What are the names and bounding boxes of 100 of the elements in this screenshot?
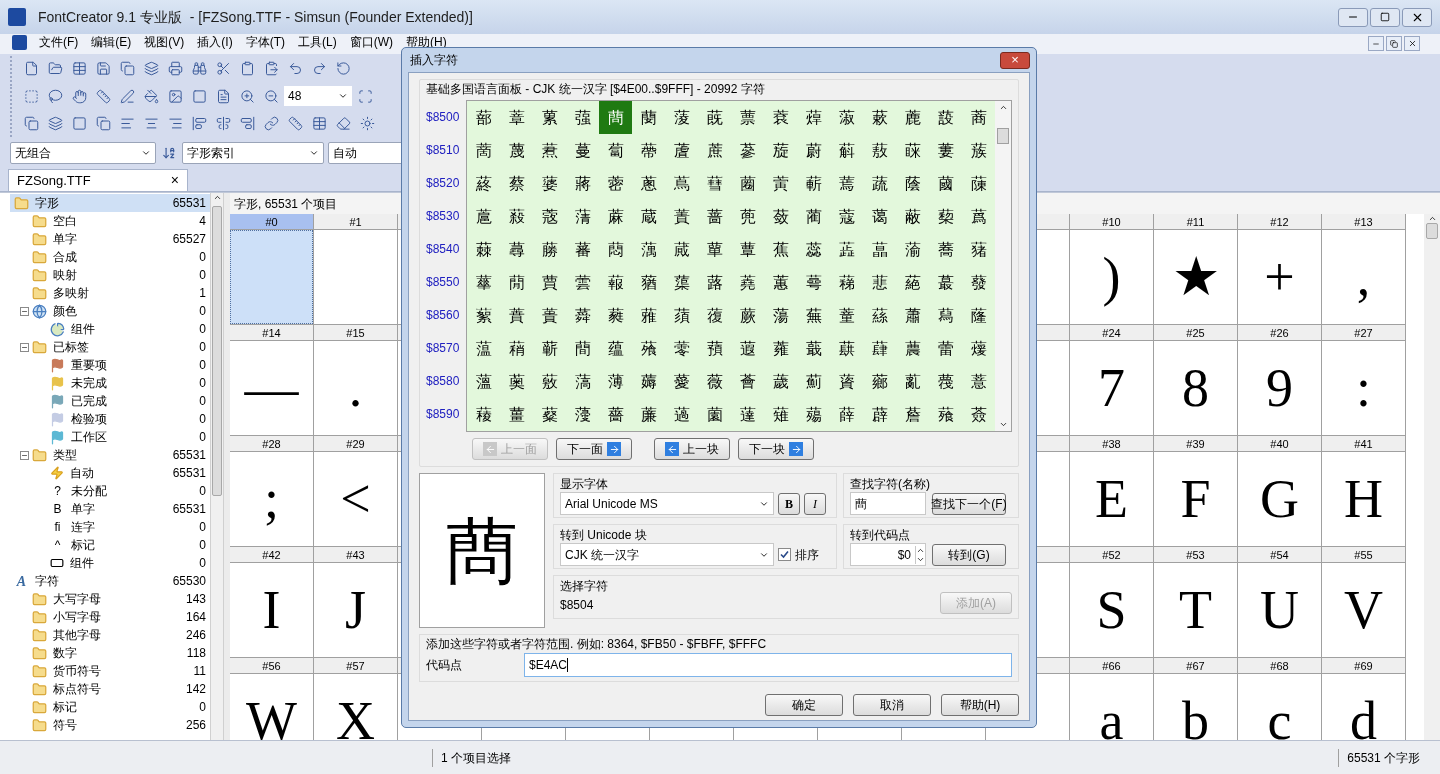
find-field[interactable]: 蔄 — [850, 492, 926, 515]
character-cell[interactable]: 蔆 — [665, 101, 698, 134]
sort-select[interactable]: 字形索引 — [182, 142, 324, 165]
character-cell[interactable]: 蔒 — [533, 134, 566, 167]
character-cell[interactable]: 薄 — [599, 365, 632, 398]
character-cell[interactable]: 蕑 — [500, 266, 533, 299]
character-cell[interactable]: 蕎 — [929, 233, 962, 266]
tree-item[interactable]: 小写字母 164 — [10, 608, 210, 626]
character-cell[interactable]: 蕲 — [533, 332, 566, 365]
character-cell[interactable]: 薁 — [500, 365, 533, 398]
character-cell[interactable]: 蔐 — [467, 134, 500, 167]
character-cell[interactable]: 蕙 — [764, 266, 797, 299]
scrollbar[interactable] — [210, 193, 224, 740]
character-cell[interactable]: 蕐 — [467, 266, 500, 299]
nav-button[interactable]: 上一块 — [654, 438, 730, 460]
character-cell[interactable]: 薟 — [962, 398, 995, 431]
character-cell[interactable]: 薉 — [764, 365, 797, 398]
character-cell[interactable]: 蔔 — [599, 134, 632, 167]
minimize-button[interactable] — [1368, 36, 1384, 51]
character-cell[interactable]: 蕨 — [731, 299, 764, 332]
character-cell[interactable]: 蕝 — [896, 266, 929, 299]
scrollbar[interactable] — [995, 101, 1011, 431]
tree-item[interactable]: 标记 0 — [10, 698, 210, 716]
character-cell[interactable]: 蕌 — [863, 233, 896, 266]
character-cell[interactable]: 蕋 — [830, 233, 863, 266]
character-cell[interactable]: 蕞 — [929, 266, 962, 299]
character-cell[interactable]: 薚 — [797, 398, 830, 431]
character-cell[interactable]: 蕢 — [533, 299, 566, 332]
dialog-button[interactable]: 确定 — [765, 694, 843, 716]
block-select[interactable]: CJK 统一汉字 — [560, 543, 774, 566]
character-cell[interactable]: 蕊 — [797, 233, 830, 266]
codepoint-spinner[interactable]: $0 — [850, 543, 926, 566]
character-cell[interactable]: 薋 — [830, 365, 863, 398]
character-cell[interactable]: 蕸 — [731, 332, 764, 365]
character-cell[interactable]: 蕜 — [863, 266, 896, 299]
tree-item[interactable]: 已标签 0 — [10, 338, 210, 356]
character-cell[interactable]: 蔊 — [797, 101, 830, 134]
tree-item[interactable]: 映射 0 — [10, 266, 210, 284]
character-cell[interactable]: 蔞 — [929, 134, 962, 167]
character-cell[interactable]: 蔚 — [797, 134, 830, 167]
character-cell[interactable]: 薈 — [731, 365, 764, 398]
character-cell[interactable]: 薖 — [665, 398, 698, 431]
italic-button[interactable]: I — [804, 492, 826, 515]
menu-item[interactable]: 工具(L) — [298, 35, 337, 50]
character-cell[interactable]: 蔓 — [566, 134, 599, 167]
character-cell[interactable]: 蕇 — [698, 233, 731, 266]
character-cell[interactable]: 蕷 — [698, 332, 731, 365]
character-cell[interactable]: 蔎 — [929, 101, 962, 134]
character-cell[interactable]: 薎 — [929, 365, 962, 398]
composite-select[interactable]: 无组合 — [10, 142, 156, 165]
character-cell[interactable]: 薂 — [533, 365, 566, 398]
scroll-thumb[interactable] — [1426, 223, 1438, 239]
character-cell[interactable]: 蕯 — [962, 299, 995, 332]
goto-button[interactable]: 转到(G) — [932, 543, 1006, 566]
character-cell[interactable]: 蕳 — [566, 332, 599, 365]
character-cell[interactable]: 蔕 — [632, 134, 665, 167]
menu-item[interactable]: 窗口(W) — [349, 35, 393, 50]
character-cell[interactable]: 蕩 — [764, 299, 797, 332]
character-cell[interactable]: 蕱 — [500, 332, 533, 365]
close-button[interactable]: × — [1000, 51, 1030, 69]
character-cell[interactable]: 蔟 — [962, 134, 995, 167]
character-cell[interactable]: 蕀 — [467, 233, 500, 266]
character-cell[interactable]: 蔁 — [500, 101, 533, 134]
scroll-thumb[interactable] — [212, 206, 222, 496]
dialog-button[interactable]: 取消 — [853, 694, 931, 716]
menu-item[interactable]: 字体(T) — [245, 35, 285, 50]
character-cell[interactable]: 蕽 — [896, 332, 929, 365]
character-cell[interactable]: 蕺 — [797, 332, 830, 365]
character-cell[interactable]: 蕁 — [500, 233, 533, 266]
tree-item[interactable]: 合成 0 — [10, 248, 210, 266]
character-cell[interactable]: 蕴 — [599, 332, 632, 365]
tree-item[interactable]: ? 未分配 0 — [10, 482, 210, 500]
scroll-thumb[interactable] — [997, 128, 1009, 144]
character-cell[interactable]: 蕣 — [566, 299, 599, 332]
character-cell[interactable]: 蕼 — [863, 332, 896, 365]
character-cell[interactable]: 薊 — [797, 365, 830, 398]
tree-item[interactable]: 其他字母 246 — [10, 626, 210, 644]
character-cell[interactable]: 蔃 — [566, 101, 599, 134]
character-cell[interactable]: 蔜 — [863, 134, 896, 167]
tree-item[interactable]: 标点符号 142 — [10, 680, 210, 698]
character-cell[interactable]: 薝 — [896, 398, 929, 431]
character-cell[interactable]: 蕄 — [599, 233, 632, 266]
character-cell[interactable]: 蔅 — [632, 101, 665, 134]
character-cell[interactable]: 蔉 — [764, 101, 797, 134]
character-cell[interactable]: 蕭 — [896, 299, 929, 332]
character-cell[interactable]: 蕧 — [698, 299, 731, 332]
dialog-button[interactable]: 帮助(H) — [941, 694, 1019, 716]
character-cell[interactable]: 蕶 — [665, 332, 698, 365]
character-cell[interactable]: 蕹 — [764, 332, 797, 365]
tree-item[interactable]: B 单字 65531 — [10, 500, 210, 518]
tree-item[interactable]: A 字符 65530 — [10, 572, 210, 590]
tree-item[interactable]: 单字 65527 — [10, 230, 210, 248]
character-cell[interactable]: 薀 — [467, 365, 500, 398]
character-cell[interactable]: 蔗 — [698, 134, 731, 167]
character-cell[interactable]: 蔑 — [500, 134, 533, 167]
character-cell[interactable]: 蕗 — [698, 266, 731, 299]
character-cell[interactable]: 薕 — [632, 398, 665, 431]
character-cell[interactable]: 薇 — [698, 365, 731, 398]
character-cell[interactable]: 蔈 — [731, 101, 764, 134]
menu-item[interactable]: 插入(I) — [197, 35, 233, 50]
